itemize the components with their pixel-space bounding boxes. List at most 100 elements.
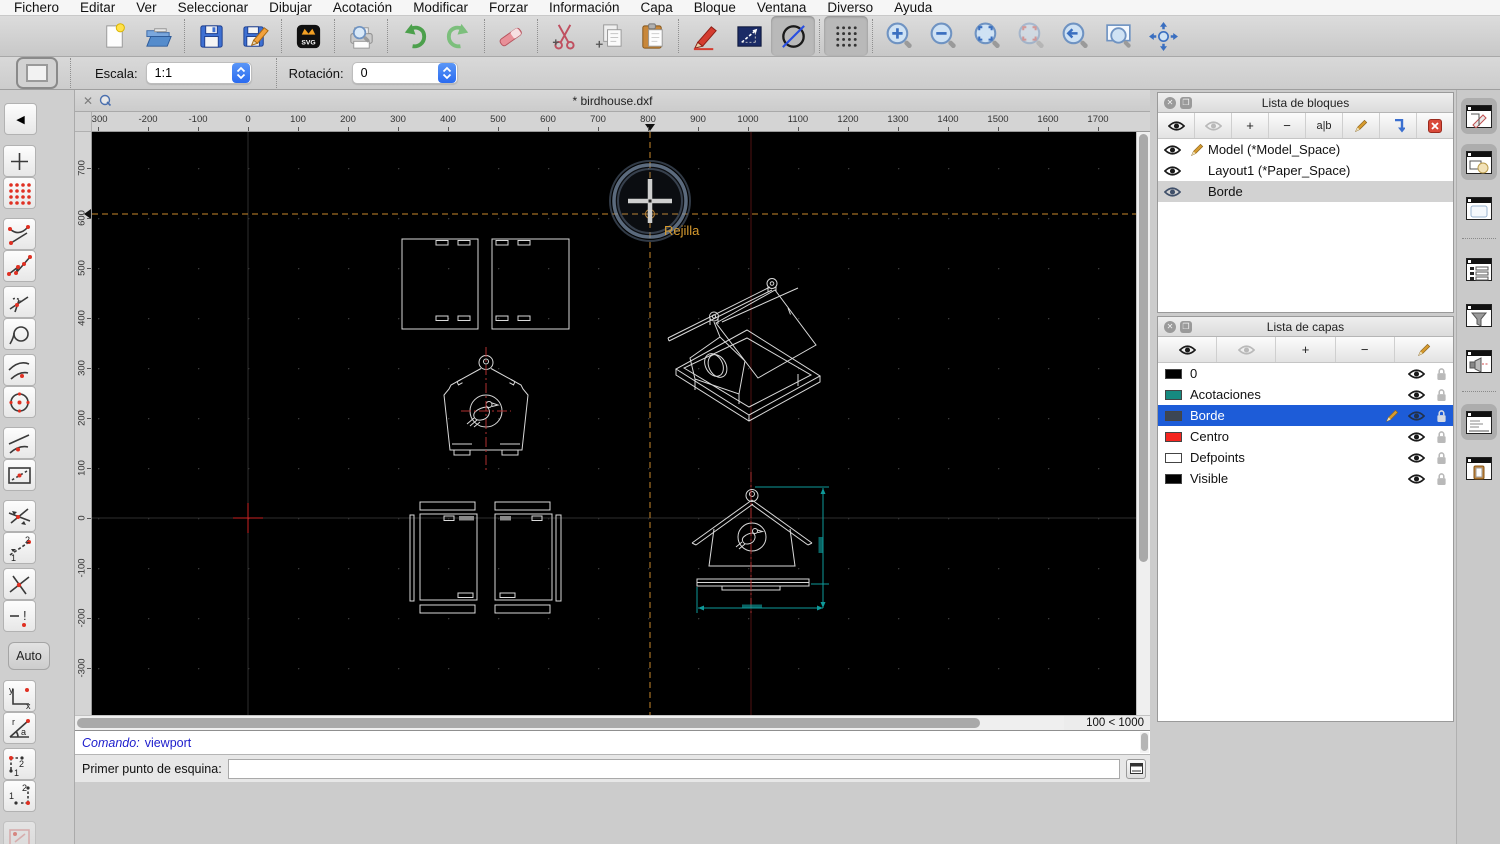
- layer-add-button[interactable]: +: [1276, 337, 1336, 362]
- visibility-eye-icon[interactable]: [1158, 186, 1186, 198]
- paste-button[interactable]: [630, 16, 674, 56]
- snap-intersection-button[interactable]: [3, 568, 36, 600]
- menu-item-dibujar[interactable]: Dibujar: [269, 0, 312, 15]
- block-edit-button[interactable]: [1343, 113, 1380, 138]
- layer-row[interactable]: Acotaciones: [1158, 384, 1453, 405]
- visibility-eye-icon[interactable]: [1403, 389, 1429, 401]
- vertical-scrollbar-thumb[interactable]: [1139, 134, 1148, 562]
- panel-close-icon[interactable]: ✕: [1164, 97, 1176, 109]
- copy-button[interactable]: [586, 16, 630, 56]
- open-document-button[interactable]: [136, 16, 180, 56]
- visibility-eye-icon[interactable]: [1158, 165, 1186, 177]
- menu-item-fichero[interactable]: Fichero: [14, 0, 59, 15]
- dock-filter-button[interactable]: [1461, 297, 1497, 333]
- menu-item-modificar[interactable]: Modificar: [413, 0, 468, 15]
- command-keyboard-button[interactable]: [1126, 758, 1146, 779]
- command-input[interactable]: [227, 758, 1120, 779]
- layer-row[interactable]: Borde: [1158, 405, 1453, 426]
- pan-button[interactable]: [1141, 16, 1185, 56]
- panel-float-icon[interactable]: ❐: [1180, 321, 1192, 333]
- rel-point-a-button[interactable]: 12: [3, 748, 36, 780]
- layer-row[interactable]: 0: [1158, 363, 1453, 384]
- layer-row[interactable]: Visible: [1158, 468, 1453, 489]
- snap-intersection-auto-button[interactable]: [3, 500, 36, 532]
- coord-polar-button[interactable]: ra: [3, 712, 36, 744]
- horizontal-scrollbar[interactable]: [75, 716, 1064, 730]
- snap-middle-button[interactable]: [3, 427, 36, 459]
- menu-item-seleccionar[interactable]: Seleccionar: [178, 0, 249, 15]
- block-show-all-button[interactable]: [1158, 113, 1195, 138]
- visibility-eye-icon[interactable]: [1158, 144, 1186, 156]
- lock-icon[interactable]: [1429, 367, 1453, 381]
- grid-snap-button[interactable]: [3, 177, 36, 209]
- menu-item-ver[interactable]: Ver: [136, 0, 156, 15]
- circle-tool-button[interactable]: [771, 16, 815, 56]
- visibility-eye-icon[interactable]: [1403, 431, 1429, 443]
- visibility-eye-icon[interactable]: [1403, 410, 1429, 422]
- drawing-canvas[interactable]: Rejilla: [92, 132, 1136, 715]
- block-row[interactable]: Model (*Model_Space): [1158, 139, 1453, 160]
- snap-on-entity-button[interactable]: [3, 250, 36, 282]
- viewport-button[interactable]: [16, 57, 58, 89]
- menu-item-diverso[interactable]: Diverso: [827, 0, 873, 15]
- snap-endpoints-button[interactable]: [3, 218, 36, 250]
- rotation-select[interactable]: 0: [351, 62, 458, 84]
- block-add-button[interactable]: +: [1232, 113, 1269, 138]
- lock-icon[interactable]: [1429, 409, 1453, 423]
- menu-item-ayuda[interactable]: Ayuda: [894, 0, 932, 15]
- select-region-button[interactable]: [3, 821, 36, 844]
- lock-icon[interactable]: [1429, 388, 1453, 402]
- save-as-button[interactable]: [233, 16, 277, 56]
- block-row[interactable]: Borde: [1158, 181, 1453, 202]
- layer-row[interactable]: Defpoints: [1158, 447, 1453, 468]
- snap-center-button[interactable]: [3, 386, 36, 418]
- dock-layer-list-button[interactable]: [1461, 251, 1497, 287]
- menu-item-editar[interactable]: Editar: [80, 0, 115, 15]
- scale-select[interactable]: 1:1: [145, 62, 252, 84]
- menu-item-capa[interactable]: Capa: [641, 0, 673, 15]
- block-remove-button[interactable]: −: [1269, 113, 1306, 138]
- block-rename-button[interactable]: a|b: [1306, 113, 1343, 138]
- draw-pencil-button[interactable]: [683, 16, 727, 56]
- layer-row[interactable]: Centro: [1158, 426, 1453, 447]
- snap-tangent-button[interactable]: [3, 354, 36, 386]
- snap-reference-button[interactable]: [3, 459, 36, 491]
- redo-button[interactable]: [436, 16, 480, 56]
- dock-library-browser-button[interactable]: [1460, 144, 1497, 180]
- command-scrollbar[interactable]: [1140, 732, 1149, 753]
- close-document-icon[interactable]: ✕: [83, 94, 93, 108]
- restrict-nothing-button[interactable]: !: [3, 600, 36, 632]
- block-insert-button[interactable]: [1380, 113, 1417, 138]
- free-snap-button[interactable]: [3, 145, 36, 177]
- menu-item-ventana[interactable]: Ventana: [757, 0, 807, 15]
- block-hide-all-button[interactable]: [1195, 113, 1232, 138]
- zoom-out-button[interactable]: [921, 16, 965, 56]
- zoom-window-button[interactable]: [1097, 16, 1141, 56]
- visibility-eye-icon[interactable]: [1403, 473, 1429, 485]
- print-preview-button[interactable]: [339, 16, 383, 56]
- zoom-auto-button[interactable]: [965, 16, 1009, 56]
- dock-command-widget-button[interactable]: [1460, 404, 1497, 440]
- panel-close-icon[interactable]: ✕: [1164, 321, 1176, 333]
- rel-point-b-button[interactable]: 12: [3, 780, 36, 812]
- dock-clipboard-button[interactable]: [1461, 450, 1497, 486]
- palette-back-button[interactable]: ◀: [4, 103, 37, 135]
- panel-float-icon[interactable]: ❐: [1180, 97, 1192, 109]
- visibility-eye-icon[interactable]: [1403, 368, 1429, 380]
- layer-edit-button[interactable]: [1395, 337, 1453, 362]
- undo-button[interactable]: [392, 16, 436, 56]
- block-purge-button[interactable]: [1417, 113, 1453, 138]
- menu-item-forzar[interactable]: Forzar: [489, 0, 528, 15]
- export-svg-button[interactable]: SVG: [286, 16, 330, 56]
- layer-remove-button[interactable]: −: [1336, 337, 1395, 362]
- edit-pencil-icon[interactable]: [1381, 409, 1403, 423]
- auto-snap-button[interactable]: Auto: [8, 642, 50, 670]
- lock-icon[interactable]: [1429, 430, 1453, 444]
- block-row[interactable]: Layout1 (*Paper_Space): [1158, 160, 1453, 181]
- delete-button[interactable]: [489, 16, 533, 56]
- dock-block-list-button[interactable]: [1460, 98, 1497, 134]
- snap-circle-button[interactable]: [3, 318, 36, 350]
- menu-item-bloque[interactable]: Bloque: [694, 0, 736, 15]
- lock-icon[interactable]: [1429, 451, 1453, 465]
- menu-item-acotación[interactable]: Acotación: [333, 0, 392, 15]
